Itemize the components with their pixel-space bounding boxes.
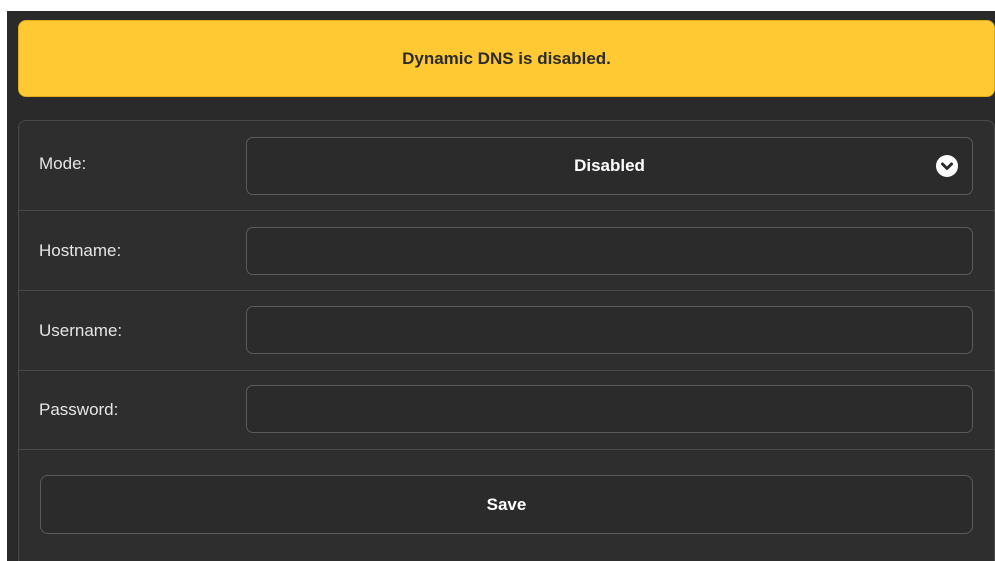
hostname-input[interactable]	[246, 227, 973, 275]
ddns-settings-form: Mode: Disabled Hostname: Username: Passw…	[18, 120, 995, 561]
mode-select[interactable]: Disabled	[246, 137, 973, 195]
status-banner: Dynamic DNS is disabled.	[18, 20, 995, 97]
mode-selected-value: Disabled	[574, 156, 645, 175]
mode-label: Mode:	[39, 154, 87, 173]
username-row: Username:	[19, 291, 994, 371]
username-label: Username:	[39, 321, 123, 340]
chevron-down-icon	[936, 155, 958, 177]
save-button[interactable]: Save	[40, 475, 973, 534]
password-input[interactable]	[246, 385, 973, 433]
status-message: Dynamic DNS is disabled.	[402, 48, 611, 68]
username-input[interactable]	[246, 306, 973, 354]
hostname-row: Hostname:	[19, 211, 994, 291]
mode-row: Mode: Disabled	[19, 121, 994, 211]
password-row: Password:	[19, 371, 994, 450]
password-label: Password:	[39, 400, 119, 419]
save-button-label: Save	[486, 494, 527, 514]
hostname-label: Hostname:	[39, 241, 122, 260]
